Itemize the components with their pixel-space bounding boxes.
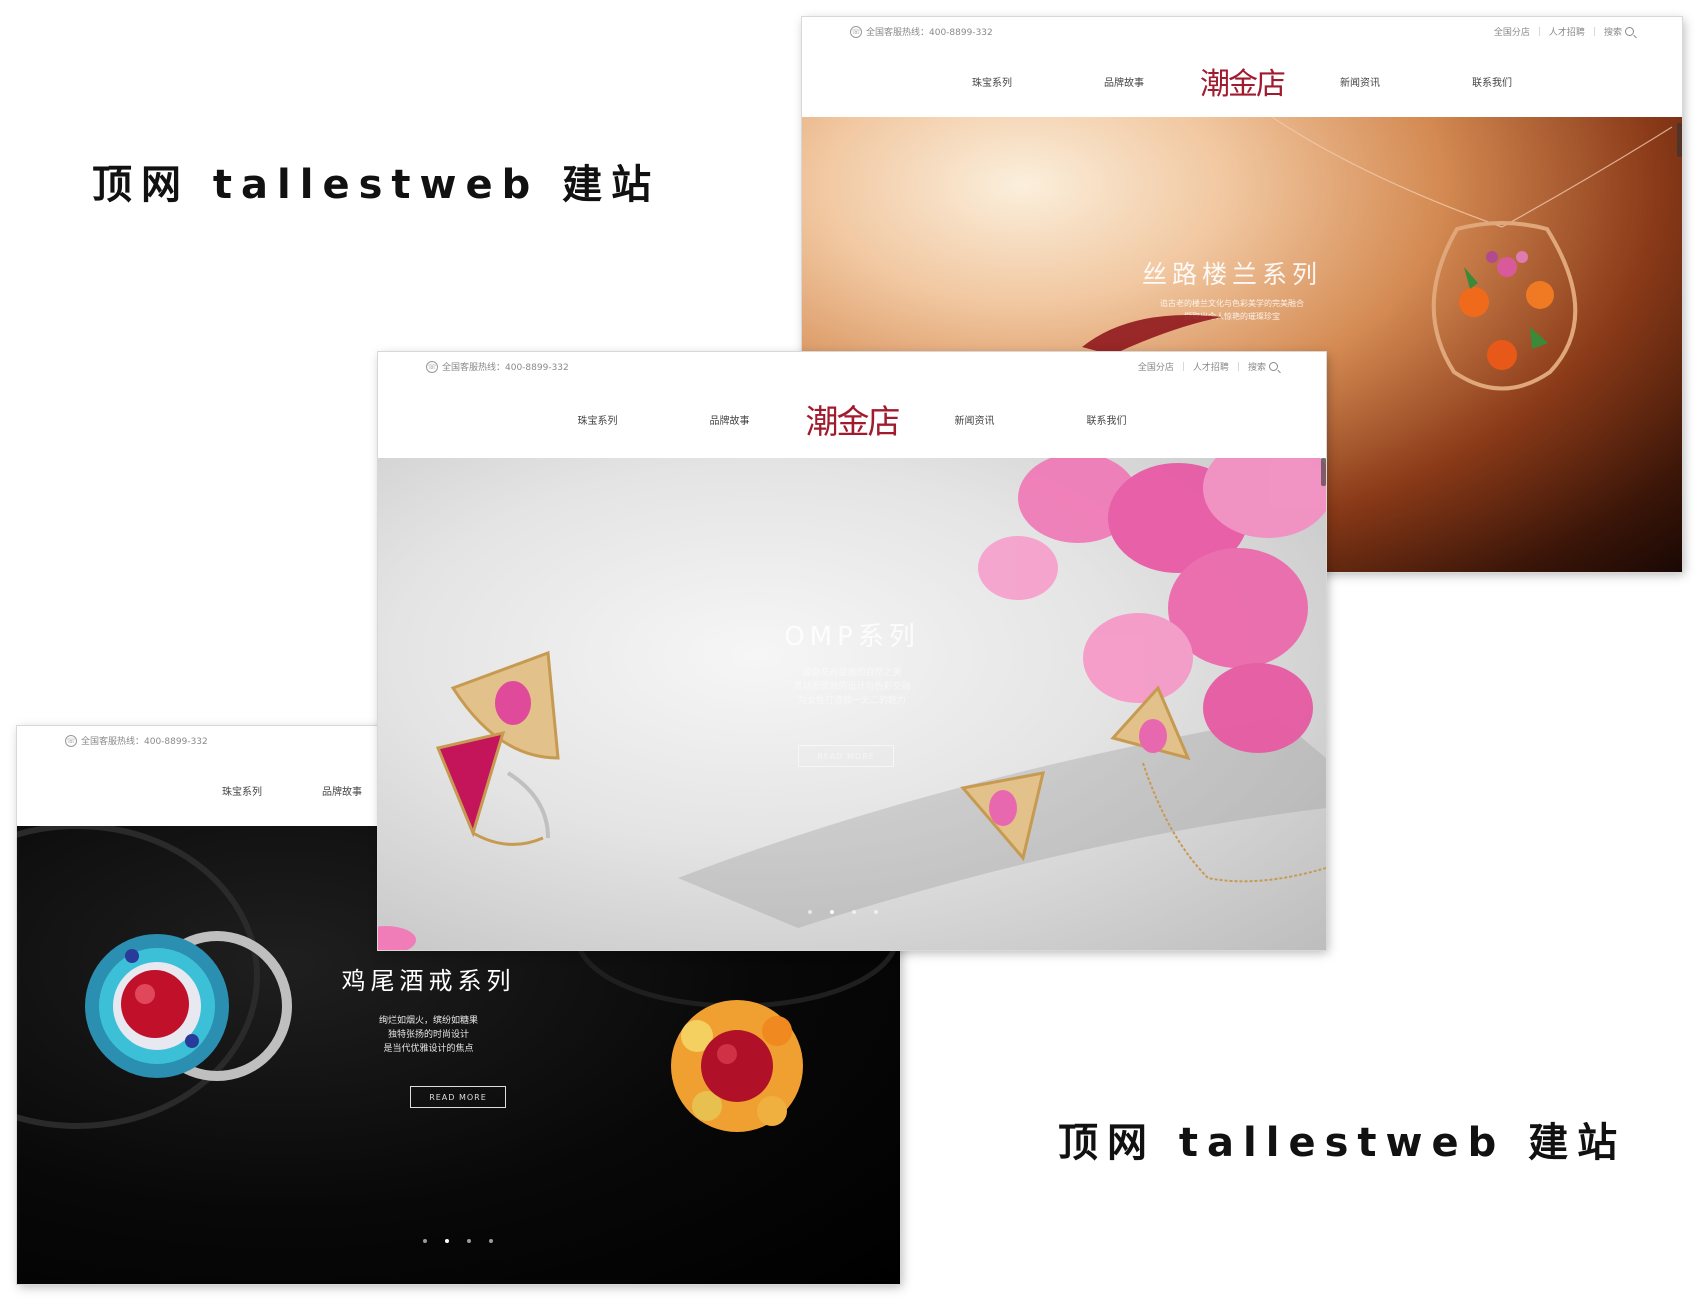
separator: | — [1592, 26, 1596, 37]
main-nav: 珠宝系列 品牌故事 潮金店 新闻资讯 联系我们 — [378, 380, 1326, 458]
main-nav: 珠宝系列 品牌故事 潮金店 新闻资讯 联系我们 — [802, 45, 1682, 117]
scrollbar[interactable] — [1677, 123, 1682, 157]
hero-desc-line: 灵动而优雅的设计与色彩交融 — [793, 682, 911, 692]
brand-logo[interactable]: 潮金店 — [1190, 59, 1294, 103]
hero-banner: OMP系列 源自花卉绽放的自然之美 灵动而优雅的设计与色彩交融 为女性打造独一无… — [378, 458, 1326, 950]
hotline-text: 全国客服热线：400-8899-332 — [81, 737, 208, 747]
search-label: 搜索 — [1603, 28, 1622, 38]
nav-jewelry[interactable]: 珠宝系列 — [532, 412, 664, 427]
carousel-dots — [423, 1239, 493, 1243]
hero-description: 追古老的楼兰文化与色彩美学的完美融合 撷取出令人惊艳的璀璨珍宝 — [802, 297, 1672, 323]
careers-link[interactable]: 人才招聘 — [1549, 25, 1585, 38]
nav-news[interactable]: 新闻资讯 — [1294, 74, 1426, 89]
carousel-dot[interactable] — [423, 1239, 427, 1243]
hero-desc-line: 独特张扬的时尚设计 — [387, 1030, 469, 1040]
red-silk-decoration — [1082, 315, 1222, 355]
hotline-text: 全国客服热线：400-8899-332 — [442, 363, 569, 373]
nav-brand-story[interactable]: 品牌故事 — [664, 412, 796, 427]
hero-desc-line: 追古老的楼兰文化与色彩美学的完美融合 — [1160, 299, 1304, 308]
careers-link[interactable]: 人才招聘 — [1193, 360, 1229, 373]
phone-icon: ☏ — [65, 734, 77, 747]
hotline-text: 全国客服热线：400-8899-332 — [866, 28, 993, 38]
nav-contact[interactable]: 联系我们 — [1426, 74, 1558, 89]
hero-title: 鸡尾酒戒系列 — [341, 967, 516, 995]
phone-icon: ☏ — [850, 25, 862, 38]
carousel-dot[interactable] — [808, 910, 812, 914]
utility-links: 全国分店 | 人才招聘 | 搜索 — [1494, 25, 1634, 38]
hero-desc-line: 为女性打造独一无二的魅力 — [797, 696, 906, 706]
nav-brand-story[interactable]: 品牌故事 — [292, 783, 392, 798]
hotline: ☏ 全国客服热线：400-8899-332 — [850, 25, 993, 38]
read-more-button[interactable]: READ MORE — [410, 1086, 506, 1108]
search-link[interactable]: 搜索 — [1604, 25, 1634, 38]
hero-description: 绚烂如烟火，缤纷如糖果 独特张扬的时尚设计 是当代优雅设计的焦点 — [17, 1014, 870, 1056]
utility-links: 全国分店 | 人才招聘 | 搜索 — [1138, 360, 1278, 373]
hero-title: 丝路楼兰系列 — [1141, 260, 1322, 289]
nav-jewelry[interactable]: 珠宝系列 — [926, 74, 1058, 89]
hero-title: OMP系列 — [784, 622, 920, 652]
carousel-dot-active[interactable] — [830, 910, 834, 914]
nav-contact[interactable]: 联系我们 — [1041, 412, 1173, 427]
hero-desc-line: 绚烂如烟火，缤纷如糖果 — [378, 1016, 478, 1026]
separator: | — [1181, 361, 1185, 372]
brand-logo[interactable]: 潮金店 — [796, 395, 909, 443]
search-label: 搜索 — [1247, 363, 1266, 373]
nav-news[interactable]: 新闻资讯 — [909, 412, 1041, 427]
carousel-dots — [808, 910, 878, 914]
read-more-button[interactable]: READ MORE — [798, 745, 894, 767]
carousel-dot[interactable] — [467, 1239, 471, 1243]
top-utility-bar: ☏ 全国客服热线：400-8899-332 全国分店 | 人才招聘 | 搜索 — [802, 17, 1682, 45]
nav-brand-story[interactable]: 品牌故事 — [1058, 74, 1190, 89]
search-icon — [1625, 27, 1634, 36]
hero-desc-line: 源自花卉绽放的自然之美 — [802, 668, 902, 678]
hotline: ☏ 全国客服热线：400-8899-332 — [65, 734, 208, 747]
separator: | — [1236, 361, 1240, 372]
separator: | — [1537, 26, 1541, 37]
branches-link[interactable]: 全国分店 — [1494, 25, 1530, 38]
hero-description: 源自花卉绽放的自然之美 灵动而优雅的设计与色彩交融 为女性打造独一无二的魅力 — [378, 666, 1326, 708]
carousel-dot[interactable] — [489, 1239, 493, 1243]
watermark-bottom: 顶网 tallestweb 建站 — [1058, 1120, 1627, 1166]
hero-desc-line: 是当代优雅设计的焦点 — [383, 1044, 474, 1054]
hotline: ☏ 全国客服热线：400-8899-332 — [426, 360, 569, 373]
carousel-dot[interactable] — [874, 910, 878, 914]
watermark-top: 顶网 tallestweb 建站 — [92, 162, 661, 208]
scrollbar[interactable] — [1321, 458, 1326, 486]
phone-icon: ☏ — [426, 360, 438, 373]
screenshot-omp: ☏ 全国客服热线：400-8899-332 全国分店 | 人才招聘 | 搜索 珠… — [378, 352, 1326, 950]
top-utility-bar: ☏ 全国客服热线：400-8899-332 全国分店 | 人才招聘 | 搜索 — [378, 352, 1326, 380]
hero-desc-line: 撷取出令人惊艳的璀璨珍宝 — [1184, 312, 1280, 321]
search-link[interactable]: 搜索 — [1248, 360, 1278, 373]
carousel-dot[interactable] — [852, 910, 856, 914]
search-icon — [1269, 362, 1278, 371]
nav-jewelry[interactable]: 珠宝系列 — [192, 783, 292, 798]
carousel-dot-active[interactable] — [445, 1239, 449, 1243]
branches-link[interactable]: 全国分店 — [1138, 360, 1174, 373]
